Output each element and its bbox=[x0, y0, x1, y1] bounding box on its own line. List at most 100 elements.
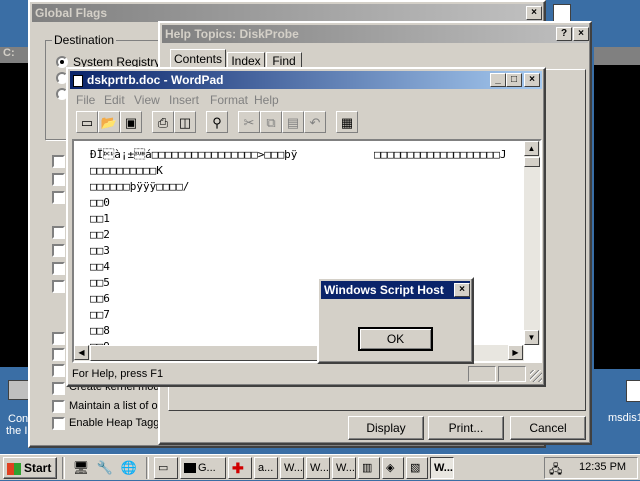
find-icon[interactable]: ⚲ bbox=[206, 111, 228, 133]
flag-checkbox[interactable] bbox=[52, 332, 65, 345]
flag-checkbox[interactable] bbox=[52, 364, 65, 377]
books-icon: ▥ bbox=[362, 462, 373, 474]
taskbar-separator bbox=[62, 457, 65, 479]
help-button[interactable]: ? bbox=[556, 27, 572, 41]
global-flags-close-button[interactable]: × bbox=[526, 6, 542, 20]
computer-icon bbox=[8, 380, 30, 400]
open-icon[interactable]: 📂 bbox=[98, 111, 120, 133]
display-button[interactable]: Display bbox=[348, 416, 424, 440]
flag-checkbox[interactable] bbox=[52, 348, 65, 361]
doc-line: □□8 bbox=[90, 324, 110, 337]
new-icon[interactable]: ▭ bbox=[76, 111, 98, 133]
flag-checkbox[interactable] bbox=[52, 155, 65, 168]
desktop-icon-right[interactable]: msdis1 bbox=[604, 380, 640, 440]
menu-edit[interactable]: Edit bbox=[104, 93, 125, 107]
flag-checkbox[interactable] bbox=[52, 262, 65, 275]
maximize-button[interactable]: □ bbox=[506, 73, 522, 87]
wordpad-titlebar[interactable]: dskprtrb.doc - WordPad bbox=[70, 71, 542, 89]
global-flags-title: Global Flags bbox=[35, 6, 108, 20]
size-grip-icon[interactable] bbox=[530, 370, 542, 382]
help-task-icon: ▧ bbox=[410, 462, 421, 474]
copy-icon[interactable]: ⧉ bbox=[260, 111, 282, 133]
flag-checkbox[interactable] bbox=[52, 191, 65, 204]
destination-label: Destination bbox=[52, 33, 117, 47]
date-time-icon[interactable]: ▦ bbox=[336, 111, 358, 133]
task-button-help[interactable]: ▧ bbox=[406, 457, 428, 479]
vertical-scrollbar[interactable]: ▲ ▼ bbox=[524, 141, 540, 345]
minimize-button[interactable]: _ bbox=[490, 73, 506, 87]
scroll-right-icon[interactable]: ▶ bbox=[508, 345, 523, 360]
quicklaunch-ie-icon[interactable]: 🌐 bbox=[120, 459, 138, 477]
task-button-w1[interactable]: W... bbox=[280, 457, 304, 479]
scroll-up-icon[interactable]: ▲ bbox=[524, 141, 539, 156]
task-button-wordpad[interactable]: W... bbox=[430, 457, 454, 479]
task-button-a[interactable]: a... bbox=[254, 457, 278, 479]
task-button-cmd[interactable]: G... bbox=[180, 457, 226, 479]
start-button[interactable]: Start bbox=[3, 457, 57, 479]
global-flags-titlebar[interactable]: Global Flags bbox=[32, 4, 542, 22]
task-button-red[interactable]: ✚ bbox=[228, 457, 252, 479]
document-icon bbox=[626, 380, 640, 402]
flag-checkbox[interactable] bbox=[52, 280, 65, 293]
scroll-thumb[interactable] bbox=[524, 157, 540, 167]
wordpad-menubar: File Edit View Insert Format Help bbox=[76, 93, 536, 109]
menu-format[interactable]: Format bbox=[210, 93, 248, 107]
dialog-titlebar[interactable]: Windows Script Host bbox=[321, 281, 470, 299]
create-kernel-mode-checkbox[interactable] bbox=[52, 382, 65, 395]
scroll-down-icon[interactable]: ▼ bbox=[524, 330, 539, 345]
help-topics-titlebar[interactable]: Help Topics: DiskProbe bbox=[162, 25, 588, 43]
doc-line: □□3 bbox=[90, 244, 110, 257]
doc-line: ÐÏà¡±á□□□□□□□□□□□□□□□□>□□□þÿ bbox=[90, 148, 298, 161]
flag-checkbox[interactable] bbox=[52, 226, 65, 239]
desktop-icon-label: the I bbox=[6, 425, 28, 437]
desktop-icon-label: Con bbox=[8, 413, 29, 425]
wordpad-close-button[interactable]: × bbox=[524, 73, 540, 87]
undo-icon[interactable]: ↶ bbox=[304, 111, 326, 133]
flag-checkbox[interactable] bbox=[52, 173, 65, 186]
cmd-task-icon bbox=[184, 463, 196, 474]
cmd-window-title: C: bbox=[0, 47, 30, 63]
doc-line: □□7 bbox=[90, 308, 110, 321]
quicklaunch-explorer-icon[interactable]: 🔧 bbox=[96, 459, 114, 477]
task-button-w2[interactable]: W... bbox=[306, 457, 330, 479]
doc-line: □□4 bbox=[90, 260, 110, 273]
taskbar-separator bbox=[146, 457, 149, 479]
ok-button[interactable]: OK bbox=[358, 327, 433, 351]
help-topics-close-button[interactable]: × bbox=[573, 27, 589, 41]
wordpad-window[interactable]: dskprtrb.doc - WordPad _ □ × File Edit V… bbox=[66, 67, 546, 387]
paste-icon[interactable]: ▤ bbox=[282, 111, 304, 133]
scroll-left-icon[interactable]: ◀ bbox=[74, 345, 89, 360]
task-button-w3[interactable]: W... bbox=[332, 457, 356, 479]
doc-line: □□1 bbox=[90, 212, 110, 225]
cmd-window-bg[interactable]: C: bbox=[0, 47, 30, 367]
task-button-probe[interactable]: ◈ bbox=[382, 457, 404, 479]
maintain-list-checkbox[interactable] bbox=[52, 400, 65, 413]
print-icon[interactable]: ⎙ bbox=[152, 111, 174, 133]
enable-heap-checkbox[interactable] bbox=[52, 417, 65, 430]
enable-heap-label: Enable Heap Taggin bbox=[69, 417, 168, 429]
task-button-doc[interactable]: ▭ bbox=[154, 457, 178, 479]
status-panel bbox=[498, 366, 526, 382]
print-button[interactable]: Print... bbox=[428, 416, 504, 440]
quicklaunch-desktop-icon[interactable]: 🖥 bbox=[72, 459, 90, 477]
tab-contents[interactable]: Contents bbox=[170, 49, 226, 69]
doc-line-right: □□□□□□□□□□□□□□□□□□□J bbox=[374, 148, 507, 161]
clock[interactable]: 12:35 PM bbox=[579, 461, 626, 473]
task-button-books[interactable]: ▥ bbox=[358, 457, 380, 479]
menu-insert[interactable]: Insert bbox=[169, 93, 199, 107]
menu-help[interactable]: Help bbox=[254, 93, 279, 107]
save-icon[interactable]: ▣ bbox=[120, 111, 142, 133]
print-preview-icon[interactable]: ◫ bbox=[174, 111, 196, 133]
menu-view[interactable]: View bbox=[134, 93, 160, 107]
script-host-dialog[interactable]: Windows Script Host × OK bbox=[317, 277, 474, 364]
doc-line: □□6 bbox=[90, 292, 110, 305]
flag-checkbox[interactable] bbox=[52, 244, 65, 257]
cut-icon[interactable]: ✂ bbox=[238, 111, 260, 133]
cmd-window-bg-right[interactable] bbox=[594, 47, 640, 369]
menu-file[interactable]: File bbox=[76, 93, 95, 107]
h-scroll-thumb[interactable] bbox=[90, 345, 320, 361]
help-topics-title: Help Topics: DiskProbe bbox=[165, 27, 299, 41]
cancel-button[interactable]: Cancel bbox=[510, 416, 586, 440]
dialog-close-button[interactable]: × bbox=[454, 283, 470, 297]
network-icon[interactable]: 🖧 bbox=[549, 460, 562, 481]
